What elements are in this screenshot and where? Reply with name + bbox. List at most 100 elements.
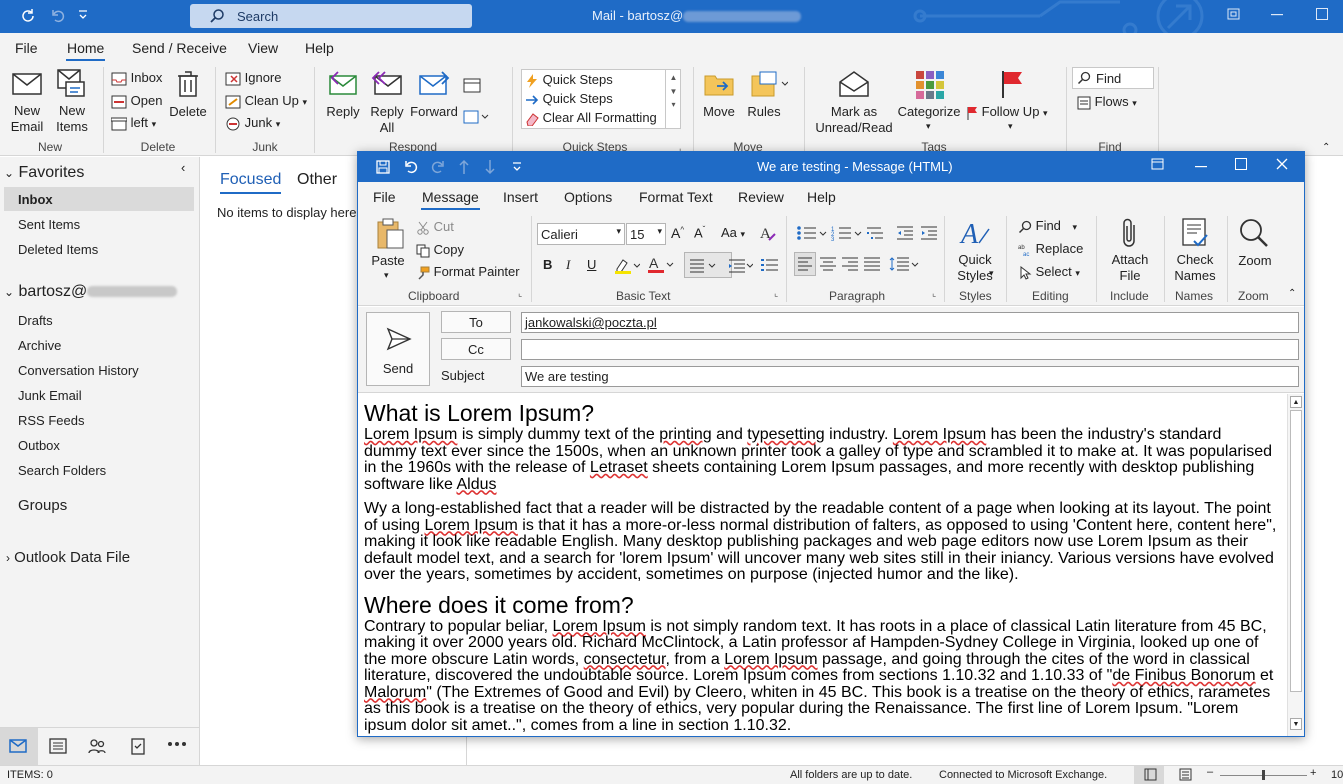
inbox-button[interactable]: Inbox bbox=[111, 70, 162, 86]
arrow-up-icon[interactable] bbox=[458, 159, 470, 175]
tasks-icon[interactable] bbox=[129, 737, 147, 755]
body-scrollbar[interactable]: ▲ ▼ bbox=[1287, 394, 1304, 736]
zoom-button[interactable]: Zoom bbox=[1230, 253, 1280, 269]
increase-indent-icon[interactable] bbox=[920, 225, 938, 241]
tab-view[interactable]: View bbox=[248, 40, 278, 56]
find-button[interactable]: Find ▾ bbox=[1018, 218, 1077, 234]
move-button[interactable]: Move bbox=[699, 104, 739, 120]
reading-view-icon[interactable] bbox=[1179, 768, 1192, 781]
compose-tab-insert[interactable]: Insert bbox=[503, 189, 538, 205]
close-icon[interactable] bbox=[1276, 158, 1288, 170]
forward-button[interactable]: Forward bbox=[409, 104, 459, 120]
clean-up-button[interactable]: Clean Up ▾ bbox=[225, 93, 307, 109]
reply-all-button[interactable]: Reply All bbox=[366, 104, 408, 136]
left-button[interactable]: left ▾ bbox=[111, 115, 156, 131]
collapse-pane-icon[interactable]: ‹ bbox=[181, 160, 185, 175]
folder-deleted-items[interactable]: Deleted Items bbox=[18, 242, 98, 257]
compose-tab-review[interactable]: Review bbox=[738, 189, 784, 205]
compose-tab-file[interactable]: File bbox=[373, 189, 396, 205]
send-button[interactable]: Send bbox=[366, 312, 430, 386]
normal-view-icon[interactable] bbox=[1144, 768, 1157, 781]
collapse-ribbon-icon[interactable]: ⌃ bbox=[1288, 288, 1296, 299]
select-button[interactable]: Select ▾ bbox=[1018, 264, 1080, 280]
people-icon[interactable] bbox=[88, 737, 106, 755]
justify-icon[interactable] bbox=[863, 256, 881, 272]
cc-button[interactable]: Cc bbox=[441, 338, 511, 360]
mark-unread-button[interactable]: Mark as Unread/Read bbox=[812, 104, 896, 136]
restore-ribbon-icon[interactable] bbox=[1227, 8, 1240, 20]
font-size-select[interactable]: 15 ▾ bbox=[626, 223, 666, 245]
bullets-icon[interactable] bbox=[796, 225, 828, 241]
replace-button[interactable]: ab ac Replace bbox=[1018, 241, 1083, 257]
compose-tab-format-text[interactable]: Format Text bbox=[639, 189, 713, 205]
sync-icon[interactable] bbox=[20, 8, 36, 24]
tab-help[interactable]: Help bbox=[305, 40, 334, 56]
save-icon[interactable] bbox=[376, 160, 390, 174]
indent-icon[interactable] bbox=[725, 256, 753, 274]
customize-toolbar-icon[interactable] bbox=[78, 9, 88, 21]
folder-search-folders[interactable]: Search Folders bbox=[18, 463, 106, 478]
redo-icon[interactable] bbox=[430, 159, 446, 175]
compose-tab-help[interactable]: Help bbox=[807, 189, 836, 205]
to-button[interactable]: To bbox=[441, 311, 511, 333]
customize-toolbar-icon[interactable] bbox=[512, 161, 522, 173]
to-field[interactable]: jankowalski@poczta.pl bbox=[521, 312, 1299, 333]
calendar-icon[interactable] bbox=[49, 737, 67, 755]
underline-button[interactable]: U bbox=[587, 257, 596, 272]
flows-button[interactable]: Flows ▾ bbox=[1077, 94, 1137, 110]
folder-drafts[interactable]: Drafts bbox=[18, 313, 53, 328]
quick-step-1[interactable]: Quick Steps bbox=[525, 72, 613, 88]
meeting-icon[interactable] bbox=[463, 77, 481, 93]
groups-header[interactable]: Groups bbox=[18, 497, 67, 514]
quick-step-2[interactable]: Quick Steps bbox=[525, 91, 613, 107]
line-spacing-icon[interactable] bbox=[889, 256, 919, 272]
favorites-header[interactable]: ⌄ Favorites bbox=[4, 164, 84, 182]
undo-icon[interactable] bbox=[403, 159, 419, 175]
tab-other[interactable]: Other bbox=[297, 171, 337, 189]
dialog-launcher-icon[interactable]: ⌞ bbox=[774, 288, 778, 299]
follow-up-button[interactable]: Follow Up ▾ bbox=[966, 104, 1048, 120]
shrink-font-icon[interactable]: Aˇ bbox=[694, 225, 705, 240]
align-left-button[interactable] bbox=[794, 252, 816, 276]
compose-tab-options[interactable]: Options bbox=[564, 189, 612, 205]
new-email-button[interactable]: New Email bbox=[7, 103, 47, 135]
zoom-in-icon[interactable]: + bbox=[1310, 767, 1316, 779]
list-style-icon[interactable] bbox=[760, 256, 778, 274]
delete-button[interactable]: Delete bbox=[167, 104, 209, 120]
minimize-icon[interactable] bbox=[1271, 14, 1283, 16]
multilevel-list-icon[interactable] bbox=[866, 225, 884, 241]
folder-outbox[interactable]: Outbox bbox=[18, 438, 60, 453]
scroll-down-icon[interactable]: ▼ bbox=[1290, 718, 1302, 730]
account-header[interactable]: ⌄ bartosz@ bbox=[4, 283, 178, 301]
maximize-icon[interactable] bbox=[1235, 158, 1247, 170]
cut-button[interactable]: Cut bbox=[416, 219, 454, 235]
more-respond-icon[interactable] bbox=[463, 109, 489, 125]
folder-rss-feeds[interactable]: RSS Feeds bbox=[18, 413, 84, 428]
maximize-icon[interactable] bbox=[1316, 8, 1328, 20]
folder-sent-items[interactable]: Sent Items bbox=[18, 217, 80, 232]
zoom-slider-thumb[interactable] bbox=[1262, 770, 1265, 780]
outlook-data-file-header[interactable]: › Outlook Data File bbox=[6, 549, 130, 566]
bold-button[interactable]: B bbox=[543, 257, 552, 272]
compose-tab-message[interactable]: Message bbox=[421, 189, 480, 210]
format-painter-button[interactable]: Format Painter bbox=[416, 264, 520, 280]
folder-inbox[interactable]: Inbox bbox=[18, 192, 53, 207]
reply-button[interactable]: Reply bbox=[323, 104, 363, 120]
folder-junk-email[interactable]: Junk Email bbox=[18, 388, 82, 403]
font-color-icon[interactable]: A bbox=[647, 255, 675, 275]
subject-field[interactable]: We are testing bbox=[521, 366, 1299, 387]
find-box[interactable]: Find bbox=[1072, 67, 1154, 89]
tab-send-receive[interactable]: Send / Receive bbox=[132, 40, 227, 56]
tab-file[interactable]: File bbox=[15, 40, 38, 56]
scroll-thumb[interactable] bbox=[1290, 410, 1302, 692]
mail-icon[interactable] bbox=[9, 737, 27, 755]
dialog-launcher-icon[interactable]: ⌞ bbox=[932, 288, 936, 299]
scroll-up-icon[interactable]: ▲ bbox=[1290, 396, 1302, 408]
rules-button[interactable]: Rules bbox=[744, 104, 784, 120]
junk-button[interactable]: Junk ▾ bbox=[225, 115, 280, 131]
italic-button[interactable]: I bbox=[566, 257, 570, 273]
undo-icon[interactable] bbox=[50, 8, 66, 24]
folder-archive[interactable]: Archive bbox=[18, 338, 61, 353]
message-body[interactable]: What is Lorem Ipsum? Lorem Ipsum is simp… bbox=[358, 394, 1287, 736]
quick-steps-scroll[interactable]: ▲ ▼ ▾ bbox=[665, 69, 681, 129]
